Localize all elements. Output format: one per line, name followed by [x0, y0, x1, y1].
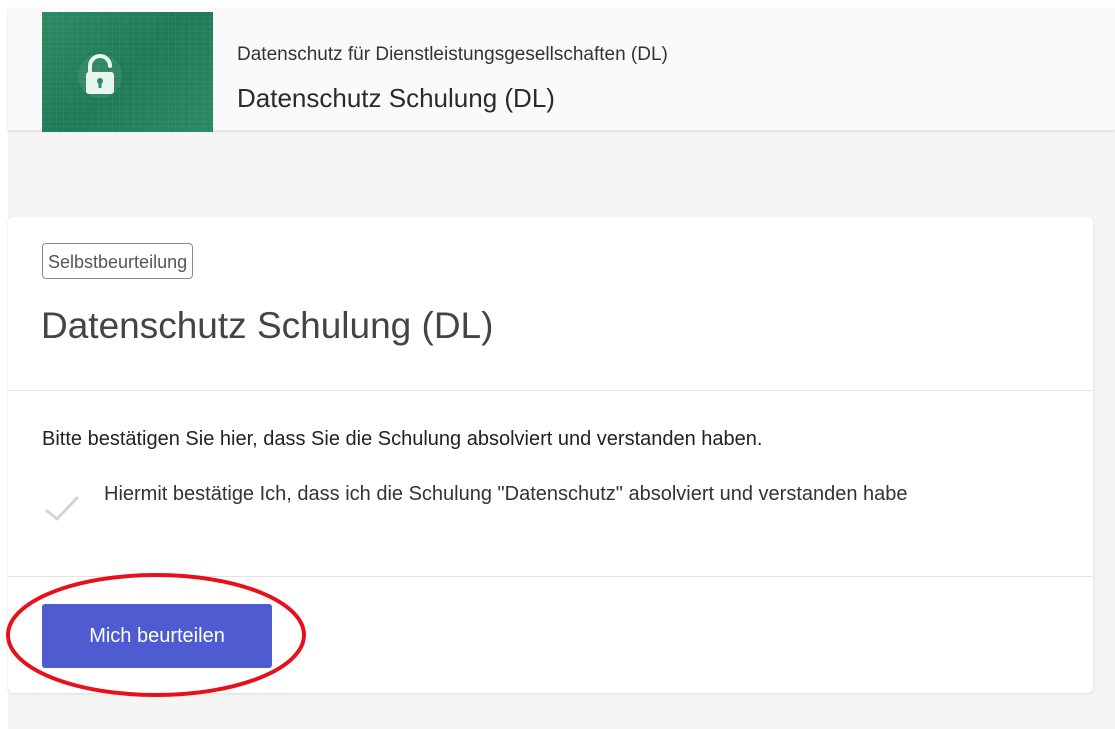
divider: [8, 576, 1093, 577]
assessment-title: Datenschutz Schulung (DL): [41, 305, 494, 346]
lock-icon: [78, 54, 122, 98]
assessment-type-badge: Selbstbeurteilung: [42, 243, 194, 279]
course-header: Datenschutz für Dienstleistungsgesellsch…: [8, 8, 1115, 132]
check-icon[interactable]: [44, 495, 80, 521]
instruction-text: Bitte bestätigen Sie hier, dass Sie die …: [42, 428, 763, 450]
course-thumbnail: [42, 12, 213, 132]
self-assessment-card: Selbstbeurteilung Datenschutz Schulung (…: [8, 217, 1093, 693]
page: Datenschutz für Dienstleistungsgesellsch…: [0, 0, 1115, 729]
confirmation-statement: Hiermit bestätige Ich, dass ich die Schu…: [104, 483, 908, 505]
divider: [8, 390, 1093, 391]
self-assess-button[interactable]: Mich beurteilen: [42, 604, 272, 668]
course-category: Datenschutz für Dienstleistungsgesellsch…: [237, 44, 668, 65]
course-title: Datenschutz Schulung (DL): [237, 83, 555, 113]
